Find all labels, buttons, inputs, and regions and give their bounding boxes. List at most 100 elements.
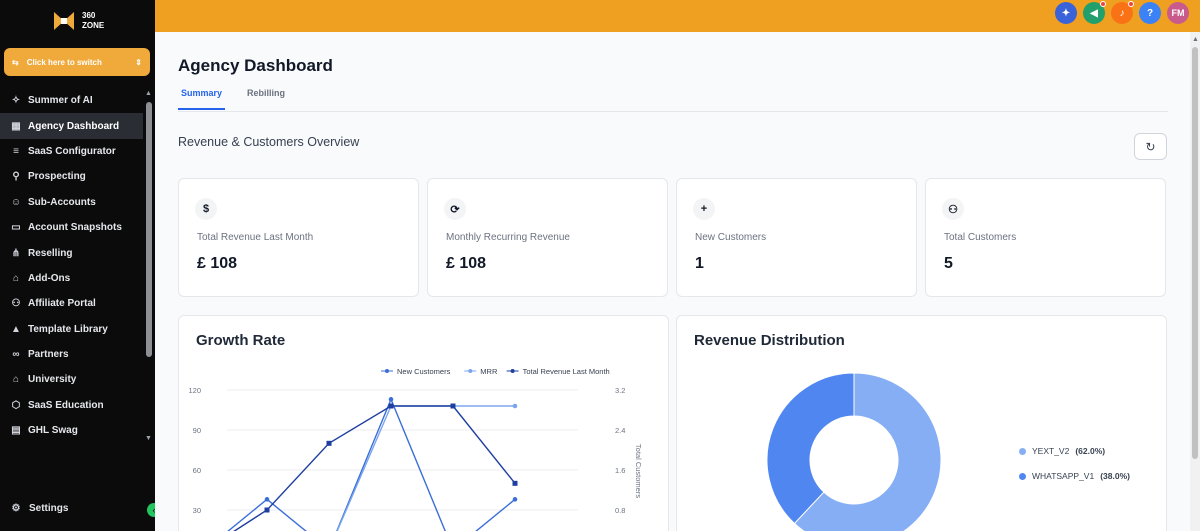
sidebar-item-agency-dashboard[interactable]: ▦ Agency Dashboard <box>0 113 143 139</box>
y-tick-label: 120 <box>188 386 201 395</box>
y-tick-label: 90 <box>193 426 201 435</box>
legend-dot <box>1019 472 1026 480</box>
sidebar-item-template-library[interactable]: ▲ Template Library <box>0 317 143 342</box>
data-point <box>264 507 270 513</box>
data-point <box>264 497 270 502</box>
gear-icon: ⚙ <box>11 502 21 514</box>
avatar[interactable]: FM <box>1167 2 1189 24</box>
switch-icon: ⇆ <box>12 57 19 67</box>
tabs: Summary Rebilling <box>178 88 288 110</box>
sidebar-item-label: University <box>28 374 77 386</box>
sidebar: 360 ZONE ⇆ Click here to switch ⇕ ✧ Summe… <box>0 0 161 531</box>
sidebar-item-partners[interactable]: ∞ Partners <box>0 342 143 367</box>
switch-account-button[interactable]: ⇆ Click here to switch ⇕ <box>4 48 150 76</box>
pie-legend-entry[interactable]: YEXT_V2 (62.0%) <box>1019 446 1130 456</box>
y2-tick-label: 3.2 <box>615 386 625 395</box>
legend-marker <box>385 369 389 373</box>
data-point <box>512 480 518 486</box>
y2-axis-label: Total Customers <box>634 444 643 498</box>
logo-icon <box>54 12 74 30</box>
card-label: New Customers <box>695 232 767 243</box>
graduation-cap-icon: ⌂ <box>12 374 20 386</box>
card-value: 1 <box>695 255 704 272</box>
sidebar-item-label: SaaS Configurator <box>28 145 116 157</box>
data-point <box>388 397 394 402</box>
notification-dot <box>1100 1 1106 7</box>
legend-percent: (62.0%) <box>1075 446 1106 456</box>
sidebar-item-ghl-swag[interactable]: ▤ GHL Swag <box>0 418 143 443</box>
data-point <box>450 403 456 409</box>
chevron-updown-icon: ⇕ <box>135 57 142 67</box>
handshake-icon: ∞ <box>12 349 20 361</box>
card-value: £ 108 <box>197 255 238 272</box>
dashboard-icon: ▦ <box>11 120 21 132</box>
data-point <box>512 497 518 502</box>
card-total-customers: ⚇ Total Customers 5 <box>925 178 1166 297</box>
card-label: Total Revenue Last Month <box>197 232 314 243</box>
network-icon: ⋔ <box>11 247 21 259</box>
refresh-icon: ↻ <box>1145 139 1156 154</box>
user-plus-icon: + <box>693 198 715 220</box>
main-scrollbar[interactable]: ▲ <box>1190 32 1200 531</box>
pie-legend-entry[interactable]: WHATSAPP_V1 (38.0%) <box>1019 471 1130 481</box>
sidebar-item-label: SaaS Education <box>28 399 104 411</box>
legend-marker <box>510 369 515 373</box>
dollar-icon: $ <box>195 198 217 220</box>
scroll-thumb[interactable] <box>146 102 152 357</box>
card-mrr: ⟳ Monthly Recurring Revenue £ 108 <box>427 178 668 297</box>
sidebar-item-settings[interactable]: ⚙ Settings <box>10 502 69 514</box>
sidebar-item-sub-accounts[interactable]: ☺ Sub-Accounts <box>0 190 143 215</box>
avatar-initials: FM <box>1171 8 1185 18</box>
tabs-divider <box>178 111 1168 112</box>
megaphone-icon[interactable]: ◀ <box>1083 1 1106 24</box>
snapshot-icon: ▭ <box>11 222 21 234</box>
sidebar-item-prospecting[interactable]: ⚲ Prospecting <box>0 164 143 189</box>
legend-label: WHATSAPP_V1 <box>1032 471 1095 481</box>
sidebar-item-add-ons[interactable]: ⌂ Add-Ons <box>0 266 143 291</box>
lock-icon: ⌂ <box>12 272 20 284</box>
y-tick-label: 60 <box>193 466 201 475</box>
sidebar-item-label: Reselling <box>28 247 73 259</box>
refresh-button[interactable]: ↻ <box>1134 133 1167 160</box>
sidebar-nav: ✧ Summer of AI ▦ Agency Dashboard ≡ SaaS Conf… <box>0 88 143 443</box>
series-line <box>227 397 516 531</box>
legend-dot <box>1019 447 1026 455</box>
scroll-up-arrow-icon[interactable]: ▲ <box>1192 36 1199 43</box>
legend-percent: (38.0%) <box>1100 471 1130 481</box>
legend-entry: Total Revenue Last Month <box>523 367 610 376</box>
chart-bars-icon: ≡ <box>13 145 19 157</box>
scroll-up-arrow-icon[interactable]: ▲ <box>145 90 152 97</box>
help-icon[interactable]: ? <box>1139 2 1161 24</box>
logo[interactable]: 360 ZONE <box>52 10 104 32</box>
growth-rate-panel: Growth Rate 30 60 90 120 0.8 1.6 2.4 3.2 Total C… <box>178 315 669 531</box>
section-title: Revenue & Customers Overview <box>178 135 360 149</box>
recurring-icon: ⟳ <box>444 198 466 220</box>
sidebar-item-reselling[interactable]: ⋔ Reselling <box>0 240 143 265</box>
sidebar-scrollbar[interactable]: ▲ ▼ <box>144 90 153 442</box>
data-point <box>388 403 394 409</box>
sidebar-item-university[interactable]: ⌂ University <box>0 367 143 392</box>
tab-summary[interactable]: Summary <box>178 88 226 110</box>
scroll-thumb[interactable] <box>1192 47 1198 459</box>
bell-icon[interactable]: ♪ <box>1111 1 1134 24</box>
sidebar-item-account-snapshots[interactable]: ▭ Account Snapshots <box>0 215 143 240</box>
topbar: ✦ ◀ ♪ ? FM <box>155 0 1200 32</box>
growth-rate-chart: 30 60 90 120 0.8 1.6 2.4 3.2 Total Customers New … <box>188 367 643 531</box>
tab-rebilling[interactable]: Rebilling <box>244 88 288 110</box>
card-total-revenue: $ Total Revenue Last Month £ 108 <box>178 178 419 297</box>
sidebar-item-label: Sub-Accounts <box>28 196 96 208</box>
sidebar-item-summer-of-ai[interactable]: ✧ Summer of AI <box>0 88 143 113</box>
notification-dot <box>1128 1 1134 7</box>
scroll-down-arrow-icon[interactable]: ▼ <box>145 435 152 442</box>
legend-entry: MRR <box>480 367 498 376</box>
users-icon: ⚇ <box>942 198 964 220</box>
sidebar-item-affiliate-portal[interactable]: ⚇ Affiliate Portal <box>0 291 143 316</box>
sidebar-item-saas-education[interactable]: ⬡ SaaS Education <box>0 393 143 418</box>
user-icon: ☺ <box>10 196 22 208</box>
sidebar-item-saas-configurator[interactable]: ≡ SaaS Configurator <box>0 139 143 164</box>
sidebar-item-label: Template Library <box>28 323 108 335</box>
sidebar-item-label: Summer of AI <box>28 95 93 107</box>
magic-wand-icon[interactable]: ✦ <box>1055 2 1077 24</box>
shapes-icon: ▲ <box>11 323 21 335</box>
card-value: £ 108 <box>446 255 487 272</box>
